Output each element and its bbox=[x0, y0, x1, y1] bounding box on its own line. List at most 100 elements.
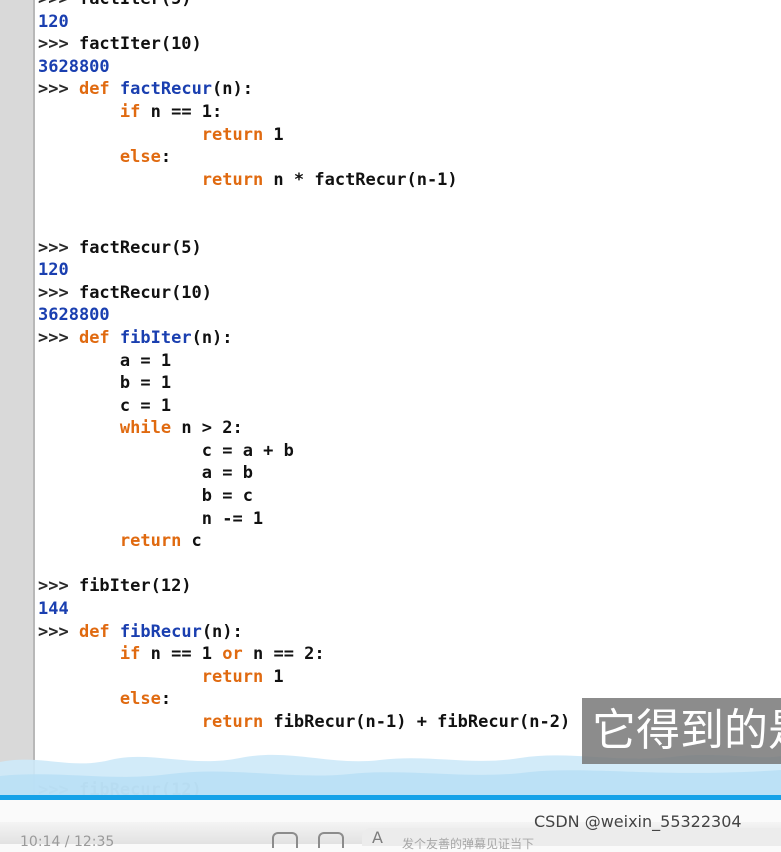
function-name: fibIter bbox=[119, 327, 192, 348]
keyword: or bbox=[222, 644, 243, 665]
keyword: if bbox=[119, 101, 141, 122]
shell-input: fibIter(12) bbox=[78, 576, 192, 597]
shell-line: b = 1 bbox=[38, 372, 570, 395]
code-text: n == 2: bbox=[242, 644, 325, 665]
keyword: def bbox=[78, 327, 110, 348]
shell-line: return fibRecur(n-1) + fibRecur(n-2) bbox=[38, 711, 570, 734]
danmaku-toggle-icon[interactable] bbox=[272, 832, 298, 848]
code-text: n -= 1 bbox=[38, 508, 264, 529]
shell-output: 3628800 bbox=[38, 56, 110, 77]
shell-prompt: >>> bbox=[38, 576, 79, 597]
code-text: a = 1 bbox=[38, 350, 172, 371]
shell-input: factRecur(5) bbox=[78, 237, 202, 258]
shell-line: if n == 1 or n == 2: bbox=[38, 643, 570, 666]
shell-line: while n > 2: bbox=[38, 417, 570, 440]
keyword: else bbox=[119, 147, 161, 168]
shell-line: >>> factRecur(10) bbox=[38, 282, 570, 305]
keyword: return bbox=[201, 666, 264, 687]
shell-input: factIter(5) bbox=[79, 0, 192, 9]
function-signature: (n): bbox=[191, 327, 233, 348]
shell-prompt: >>> bbox=[38, 621, 79, 642]
shell-line: return c bbox=[38, 530, 570, 553]
shell-line: >>> def fibRecur(n): bbox=[38, 621, 570, 644]
shell-prompt: >>> bbox=[38, 79, 79, 100]
shell-line: a = 1 bbox=[38, 350, 570, 373]
video-progress-bar[interactable] bbox=[0, 795, 781, 800]
shell-line: 144 bbox=[38, 598, 570, 621]
shell-code-area: >>> factIter(5)120>>> factIter(10)362880… bbox=[38, 0, 570, 800]
keyword: return bbox=[119, 531, 182, 552]
danmaku-style-icon[interactable]: A bbox=[372, 828, 383, 847]
keyword: return bbox=[201, 712, 264, 732]
csdn-watermark: CSDN @weixin_55322304 bbox=[534, 812, 742, 831]
shell-line: 120 bbox=[38, 11, 570, 34]
code-text: fibRecur(n-1) + fibRecur(n-2) bbox=[263, 712, 571, 732]
shell-output: 144 bbox=[38, 599, 69, 620]
shell-line: 120 bbox=[38, 259, 570, 282]
shell-line bbox=[38, 191, 570, 214]
shell-input: factRecur(10) bbox=[78, 282, 213, 303]
shell-line: >>> factIter(5) bbox=[38, 0, 570, 11]
shell-line bbox=[38, 553, 570, 576]
shell-line: a = b bbox=[38, 462, 570, 485]
python-shell[interactable]: >>> factIter(5)120>>> factIter(10)362880… bbox=[35, 0, 781, 800]
function-name: factRecur bbox=[119, 79, 213, 100]
shell-input: factIter(10) bbox=[78, 34, 202, 55]
danmaku-settings-icon[interactable] bbox=[318, 832, 344, 848]
shell-output: 3628800 bbox=[38, 305, 110, 326]
shell-line bbox=[38, 214, 570, 237]
shell-line: >>> factRecur(5) bbox=[38, 237, 570, 260]
code-text: a = b bbox=[38, 463, 253, 484]
shell-line: return n * factRecur(n-1) bbox=[38, 169, 570, 192]
shell-line: 3628800 bbox=[38, 304, 570, 327]
code-text: n == 1: bbox=[140, 101, 223, 122]
shell-prompt: >>> bbox=[38, 0, 79, 9]
shell-line: n -= 1 bbox=[38, 508, 570, 531]
shell-prompt: >>> bbox=[38, 34, 79, 55]
code-text: c = a + b bbox=[38, 440, 294, 461]
function-signature: (n): bbox=[212, 79, 253, 100]
keyword: if bbox=[119, 644, 141, 665]
shell-output: 120 bbox=[38, 260, 69, 281]
shell-prompt: >>> bbox=[38, 237, 79, 258]
code-text: b = c bbox=[38, 486, 253, 507]
code-text: b = 1 bbox=[38, 373, 172, 394]
keyword: return bbox=[201, 169, 264, 190]
function-name: fibRecur bbox=[119, 621, 202, 642]
keyword: def bbox=[78, 79, 110, 100]
shell-prompt: >>> bbox=[38, 282, 79, 303]
shell-output: 120 bbox=[38, 11, 69, 32]
function-signature: (n): bbox=[201, 621, 243, 642]
shell-prompt: >>> bbox=[38, 327, 79, 348]
shell-line: >>> fibIter(12) bbox=[38, 575, 570, 598]
shell-line: c = a + b bbox=[38, 440, 570, 463]
code-text: : bbox=[160, 689, 172, 710]
keyword: while bbox=[119, 418, 172, 439]
shell-line: return 1 bbox=[38, 666, 570, 689]
shell-line: >>> factIter(10) bbox=[38, 33, 570, 56]
code-text: n == 1 bbox=[140, 644, 223, 665]
code-text: 1 bbox=[263, 124, 284, 145]
code-text: : bbox=[160, 147, 172, 168]
shell-line: >>> def factRecur(n): bbox=[38, 78, 570, 101]
shell-line: else: bbox=[38, 688, 570, 711]
keyword: return bbox=[201, 124, 264, 145]
shell-line: >>> def fibIter(n): bbox=[38, 327, 570, 350]
code-text: 1 bbox=[263, 666, 284, 687]
shell-line: b = c bbox=[38, 485, 570, 508]
editor-gutter bbox=[0, 0, 35, 800]
code-text: n > 2: bbox=[171, 418, 243, 439]
keyword: else bbox=[119, 689, 161, 710]
code-text: c bbox=[181, 531, 202, 552]
shell-line: if n == 1: bbox=[38, 101, 570, 124]
code-text: n * factRecur(n-1) bbox=[263, 169, 458, 190]
code-text: c = 1 bbox=[38, 395, 172, 416]
